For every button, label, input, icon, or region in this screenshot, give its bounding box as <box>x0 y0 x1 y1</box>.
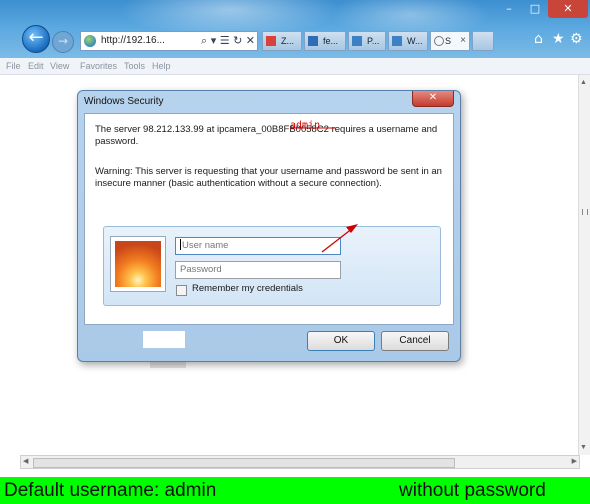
annotation-arrow-shaft <box>321 227 354 253</box>
caption-separator <box>0 469 590 477</box>
caption-banner: Default username: admin without password <box>0 477 590 504</box>
annotation-arrow <box>290 127 358 253</box>
caption-password: without password <box>399 480 546 501</box>
caption-username: Default username: admin <box>4 480 217 501</box>
